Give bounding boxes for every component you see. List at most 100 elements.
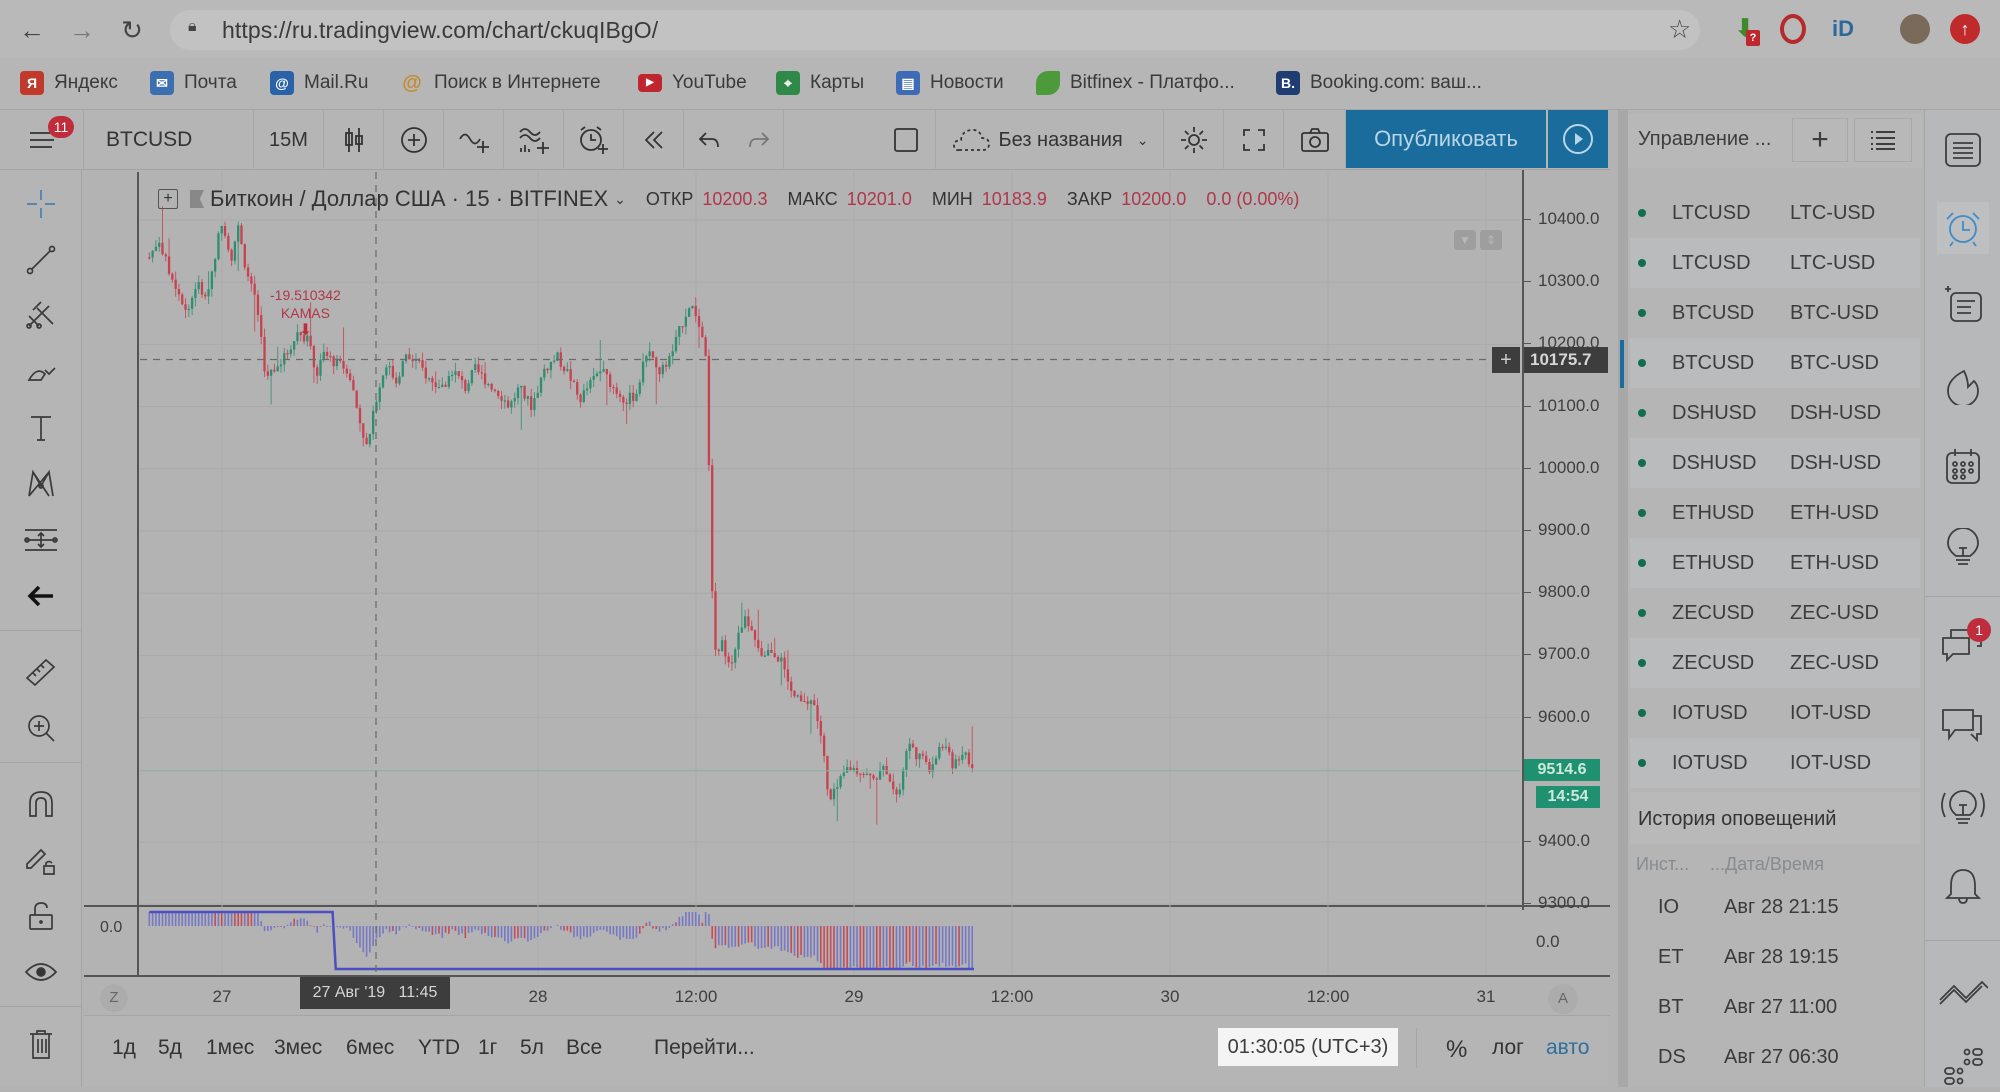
dom-tab[interactable] xyxy=(1937,1040,1989,1092)
log-scale-toggle[interactable]: лог xyxy=(1492,1036,1524,1060)
watchlist-description: LTC-USD xyxy=(1790,201,1876,224)
watchlist-row[interactable]: ZECUSD ZEC-USD xyxy=(1630,638,1920,688)
bell-icon xyxy=(1944,869,1982,904)
clock-display[interactable]: 01:30:05 (UTC+3) xyxy=(1218,1028,1398,1066)
watchlist-row[interactable]: ETHUSD ETH-USD xyxy=(1630,488,1920,538)
collapse-pane-button[interactable]: ▼ xyxy=(1454,230,1476,250)
candle-body xyxy=(572,380,576,383)
candle-body xyxy=(925,755,928,762)
watchlist-row[interactable]: BTCUSD BTC-USD xyxy=(1630,338,1920,388)
data-window-tab[interactable] xyxy=(1937,278,1989,330)
private-chats-tab[interactable] xyxy=(1937,700,1989,752)
watchlist-row[interactable]: ZECUSD ZEC-USD xyxy=(1630,588,1920,638)
chevron-down-icon[interactable]: ⌄ xyxy=(614,191,626,208)
candle-body xyxy=(490,383,493,390)
alert-datetime: Авг 28 21:15 xyxy=(1724,895,1839,918)
auto-scale-button[interactable]: A xyxy=(1548,984,1578,1014)
candle-body xyxy=(474,364,477,370)
candle-body xyxy=(240,225,243,245)
candle-body xyxy=(582,390,585,403)
symbol-title[interactable]: Биткоин / Доллар США · 15 · BITFINEX xyxy=(210,186,608,212)
goto-date-button[interactable]: Перейти... xyxy=(654,1036,755,1060)
watchlist-row[interactable]: DSHUSD DSH-USD xyxy=(1630,438,1920,488)
col-datetime[interactable]: ...Дата/Время xyxy=(1710,854,1824,875)
alert-history-row[interactable]: ET Авг 28 19:15 xyxy=(1630,932,1920,982)
candle-body xyxy=(645,356,648,362)
col-instrument[interactable]: Инст... xyxy=(1636,854,1689,875)
candle-body xyxy=(651,351,655,358)
alert-history-row[interactable]: DS Авг 27 06:30 xyxy=(1630,1032,1920,1082)
watchlist-tab[interactable] xyxy=(1937,124,1989,176)
candle-body xyxy=(576,382,579,395)
price-tick-label: 9600.0 xyxy=(1524,706,1590,726)
candle-body xyxy=(638,382,641,394)
add-horizontal-line-button[interactable]: + xyxy=(1492,347,1520,373)
range-button[interactable]: Все xyxy=(566,1036,602,1060)
watchlist-menu-button[interactable] xyxy=(1854,118,1912,162)
auto-scale-toggle[interactable]: авто xyxy=(1546,1036,1589,1060)
candle-body xyxy=(408,354,411,360)
candle-body xyxy=(948,746,951,753)
watchlist-description: ZEC-USD xyxy=(1790,601,1879,624)
watchlist-row[interactable]: IOTUSD IOT-USD xyxy=(1630,738,1920,788)
range-button[interactable]: 1г xyxy=(478,1036,497,1060)
candle-body xyxy=(513,398,516,402)
range-button[interactable]: YTD xyxy=(418,1036,460,1060)
change-value: 0.0 (0.00%) xyxy=(1206,188,1300,209)
flag-icon[interactable] xyxy=(190,190,204,208)
watchlist-row[interactable]: LTCUSD LTC-USD xyxy=(1630,188,1920,238)
candle-body xyxy=(799,695,803,701)
calendar-tab[interactable] xyxy=(1937,440,1989,492)
candle-body xyxy=(839,776,842,788)
candle-body xyxy=(549,361,553,371)
ideas-tab[interactable] xyxy=(1937,522,1989,574)
maximize-pane-button[interactable]: ⇕ xyxy=(1480,230,1502,250)
plus-icon: + xyxy=(1811,123,1829,156)
range-button[interactable]: 5д xyxy=(158,1036,182,1060)
alerts-tab[interactable] xyxy=(1937,202,1989,254)
alert-history-row[interactable]: IO Авг 28 21:15 xyxy=(1630,882,1920,932)
trade-annotation[interactable]: -19.510342 KAMAS ⬇ xyxy=(270,286,341,340)
notifications-tab[interactable] xyxy=(1937,860,1989,912)
zoom-reset-button[interactable]: Z xyxy=(100,984,128,1012)
candle-body xyxy=(595,373,599,377)
range-button[interactable]: 6мес xyxy=(346,1036,394,1060)
order-panel-tab[interactable] xyxy=(1937,966,1989,1018)
candle-body xyxy=(615,387,618,394)
range-button[interactable]: 5л xyxy=(520,1036,544,1060)
watchlist-symbol: BTCUSD xyxy=(1672,351,1755,374)
watchlist-row[interactable]: IOTUSD IOT-USD xyxy=(1630,688,1920,738)
candle-body xyxy=(773,652,776,657)
chats-tab[interactable]: 1 xyxy=(1937,618,1991,672)
hotlists-tab[interactable] xyxy=(1937,360,1989,412)
add-symbol-button[interactable]: + xyxy=(1792,118,1848,162)
range-button[interactable]: 1мес xyxy=(206,1036,254,1060)
candle-body xyxy=(579,394,582,403)
candle-body xyxy=(253,283,256,295)
price-tick-label: 10100.0 xyxy=(1523,395,1600,415)
candle-body xyxy=(671,351,674,356)
candle-body xyxy=(223,225,227,236)
candle-body xyxy=(819,721,822,736)
watchlist-row[interactable]: ETHUSD ETH-USD xyxy=(1630,538,1920,588)
candle-body xyxy=(832,788,836,800)
open-value: 10200.3 xyxy=(702,188,768,209)
watchlist-row[interactable]: BTCUSD BTC-USD xyxy=(1630,288,1920,338)
candle-body xyxy=(260,315,263,337)
watchlist-title[interactable]: Управление ... xyxy=(1638,128,1771,151)
alert-instrument: IO xyxy=(1658,895,1680,918)
candle-body xyxy=(322,351,325,360)
percent-scale-toggle[interactable]: % xyxy=(1446,1036,1467,1064)
candle-body xyxy=(510,401,513,408)
candle-body xyxy=(776,656,780,662)
candle-body xyxy=(437,387,441,389)
watchlist-row[interactable]: DSHUSD DSH-USD xyxy=(1630,388,1920,438)
alert-history-row[interactable]: BT Авг 27 11:00 xyxy=(1630,982,1920,1032)
watchlist-row[interactable]: LTCUSD LTC-USD xyxy=(1630,238,1920,288)
ideas-stream-tab[interactable] xyxy=(1937,780,1989,832)
status-dot xyxy=(1638,609,1646,617)
range-button[interactable]: 3мес xyxy=(274,1036,322,1060)
expand-legend-icon[interactable]: + xyxy=(158,189,178,209)
annotation-value: -19.510342 xyxy=(270,287,341,303)
range-button[interactable]: 1д xyxy=(112,1036,136,1060)
